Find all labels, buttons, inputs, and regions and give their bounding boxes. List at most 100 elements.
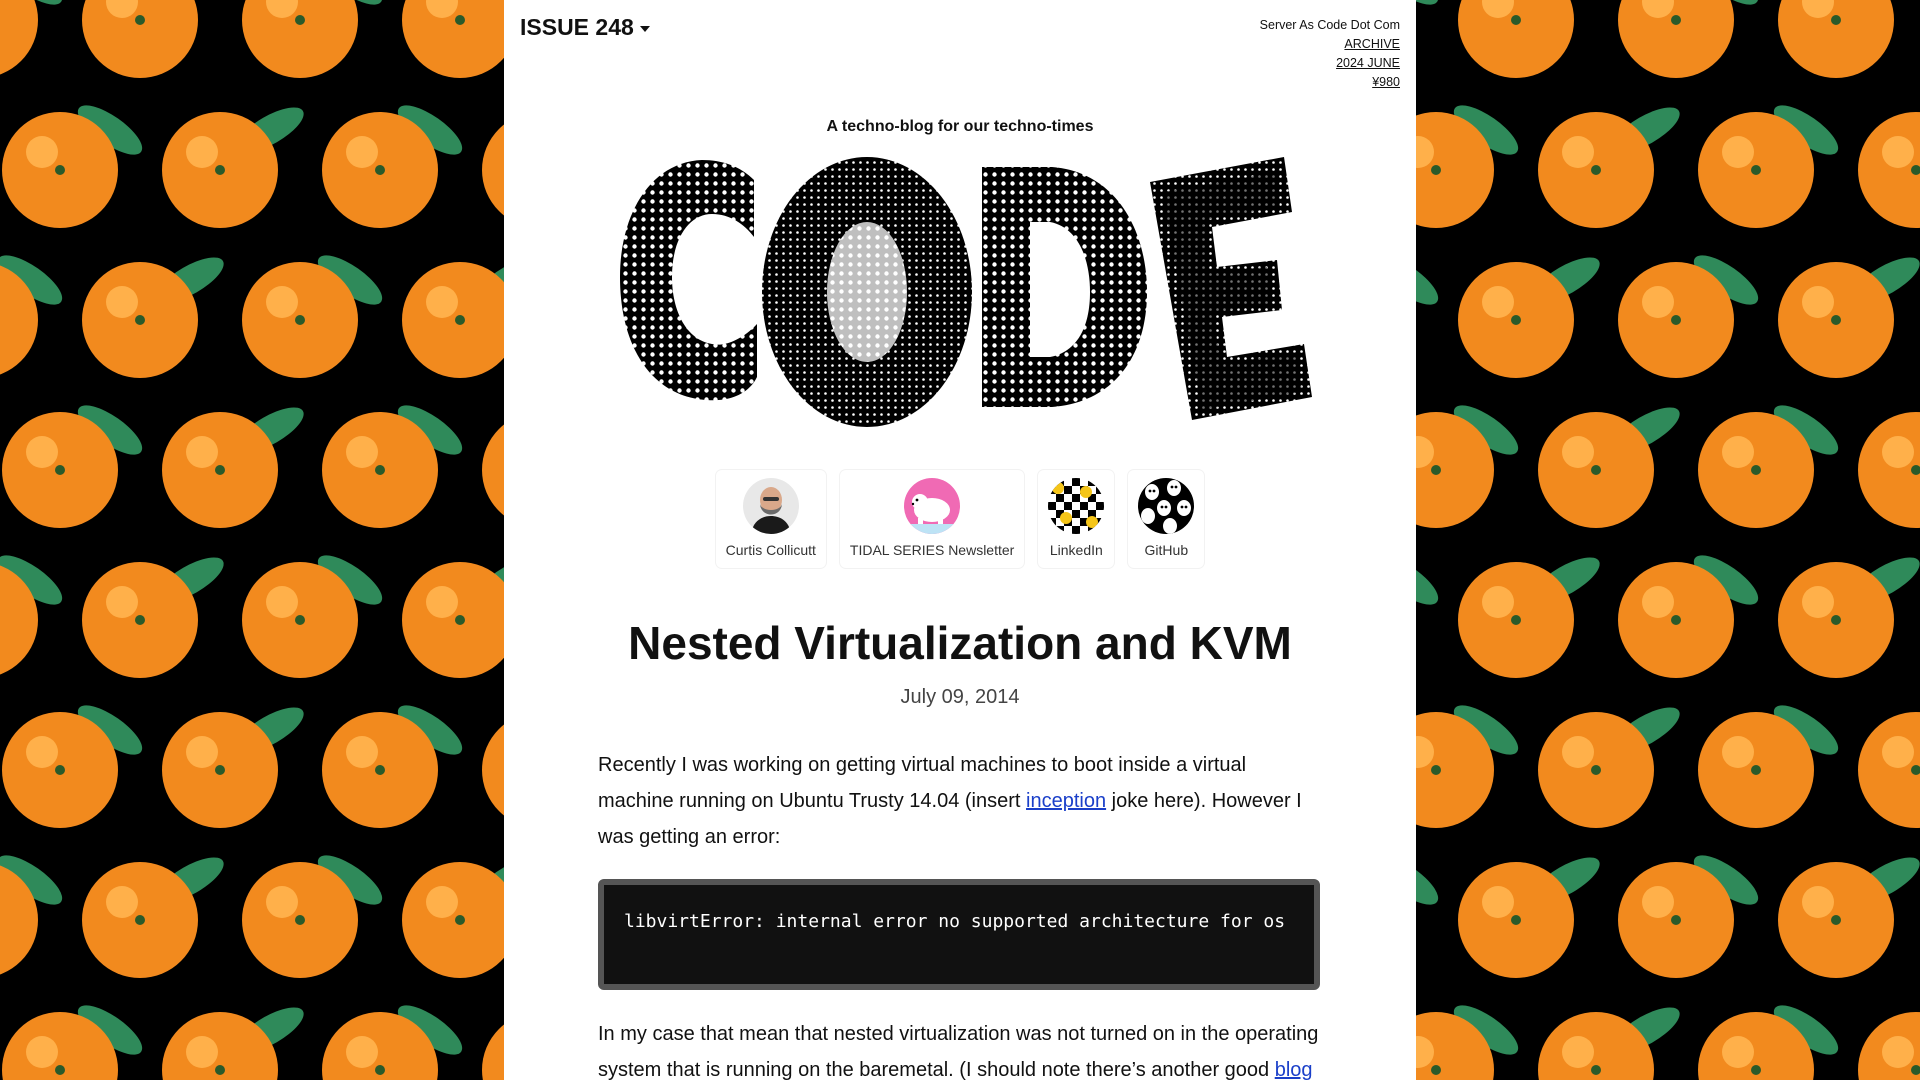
orange-stem <box>1751 1065 1761 1075</box>
checker-square <box>1080 478 1089 486</box>
orange-stem <box>55 765 65 775</box>
checker-square <box>1064 478 1073 486</box>
price-link[interactable]: ¥980 <box>1260 73 1400 92</box>
checker-square <box>1048 526 1057 534</box>
orange-stem <box>1831 315 1841 325</box>
orange-highlight <box>186 136 218 168</box>
orange-highlight <box>1722 436 1754 468</box>
orange-stem <box>1831 615 1841 625</box>
orange-highlight <box>346 436 378 468</box>
checker-square <box>1096 486 1105 494</box>
orange-stem <box>1671 15 1681 25</box>
orange-stem <box>55 1065 65 1075</box>
checker-square <box>1048 478 1057 486</box>
orange-highlight <box>1642 886 1674 918</box>
checker-square <box>1072 502 1081 510</box>
checker-square <box>1072 494 1081 502</box>
checker-square <box>1096 502 1105 510</box>
orange-highlight <box>1482 586 1514 618</box>
orange-stem <box>135 615 145 625</box>
date-link[interactable]: 2024 JUNE <box>1260 54 1400 73</box>
orange-highlight <box>1802 886 1834 918</box>
ghost-pattern-avatar-icon <box>1138 478 1195 534</box>
orange-stem <box>295 915 305 925</box>
orange-highlight <box>26 736 58 768</box>
orange-highlight <box>1882 136 1914 168</box>
checker-square <box>1072 510 1081 518</box>
checker-square <box>1056 494 1065 502</box>
link-tidal-series-newsletter[interactable]: TIDAL SERIES Newsletter <box>840 470 1024 568</box>
orange-shape <box>482 1024 504 1080</box>
orange-highlight <box>1802 586 1834 618</box>
orange-shape <box>1778 0 1894 78</box>
checker-square <box>1096 526 1105 534</box>
smiley-face <box>1086 516 1099 528</box>
orange-stem <box>1511 315 1521 325</box>
article-paragraph: Recently I was working on getting virtua… <box>598 747 1326 855</box>
code-text: libvirtError: internal error no supporte… <box>624 911 1286 932</box>
orange-stem <box>295 615 305 625</box>
orange-stem <box>135 15 145 25</box>
orange-highlight <box>26 136 58 168</box>
checker-square <box>1080 510 1089 518</box>
checker-square <box>1048 510 1057 518</box>
leaf-shape <box>1416 855 1439 905</box>
leaf-shape <box>1416 555 1439 605</box>
orange-stem <box>215 765 225 775</box>
checker-square <box>1088 478 1097 486</box>
archive-link[interactable]: ARCHIVE <box>1260 35 1400 54</box>
orange-shape <box>0 0 38 75</box>
orange-highlight <box>1562 1036 1594 1068</box>
orange-highlight <box>1562 436 1594 468</box>
orange-shape <box>402 562 504 678</box>
orange-stem <box>1431 465 1441 475</box>
issue-dropdown[interactable]: ISSUE 248 <box>520 14 650 41</box>
orange-stem <box>295 15 305 25</box>
orange-highlight <box>1882 436 1914 468</box>
orange-shape <box>402 862 504 978</box>
logo-letter-c <box>620 160 757 401</box>
orange-highlight <box>186 436 218 468</box>
link-linkedin[interactable]: LinkedIn <box>1038 470 1114 568</box>
orange-highlight <box>1642 586 1674 618</box>
orange-highlight <box>1482 286 1514 318</box>
checker-square <box>1080 502 1089 510</box>
checker-square <box>1088 502 1097 510</box>
orange-stem <box>1511 915 1521 925</box>
orange-stem <box>135 915 145 925</box>
smiley-face <box>1080 486 1093 498</box>
checker-square <box>1064 526 1073 534</box>
orange-stem <box>215 165 225 175</box>
orange-stem <box>1751 465 1761 475</box>
article-paragraph: In my case that mean that nested virtual… <box>598 1016 1326 1080</box>
orange-stem <box>1591 165 1601 175</box>
orange-highlight <box>106 886 138 918</box>
leaf-shape <box>1416 255 1439 305</box>
orange-stem <box>1751 165 1761 175</box>
blog-link[interactable]: blog <box>1275 1059 1313 1080</box>
site-name: Server As Code Dot Com <box>1259 18 1400 32</box>
orange-stem <box>455 315 465 325</box>
orange-stem <box>1751 765 1761 775</box>
orange-stem <box>1591 465 1601 475</box>
orange-highlight <box>266 286 298 318</box>
inception-link[interactable]: inception <box>1026 790 1106 812</box>
orange-stem <box>375 765 385 775</box>
link-curtis-collicutt[interactable]: Curtis Collicutt <box>716 470 826 568</box>
orange-shape <box>1858 112 1920 228</box>
checker-square <box>1096 510 1105 518</box>
link-github[interactable]: GitHub <box>1128 470 1204 568</box>
orange-pattern-right <box>1416 0 1920 1080</box>
paragraph-text: In my case that mean that nested virtual… <box>598 1023 1319 1080</box>
orange-stem <box>455 915 465 925</box>
orange-highlight <box>1642 286 1674 318</box>
orange-highlight <box>346 1036 378 1068</box>
orange-shape <box>482 424 504 516</box>
orange-shape <box>482 724 504 816</box>
orange-stem <box>455 15 465 25</box>
orange-highlight <box>1722 136 1754 168</box>
checker-square <box>1072 526 1081 534</box>
caret-down-icon <box>639 26 650 32</box>
social-links: Curtis Collicutt TIDAL SERIES Newsletter <box>504 470 1416 568</box>
checker-square <box>1048 502 1057 510</box>
